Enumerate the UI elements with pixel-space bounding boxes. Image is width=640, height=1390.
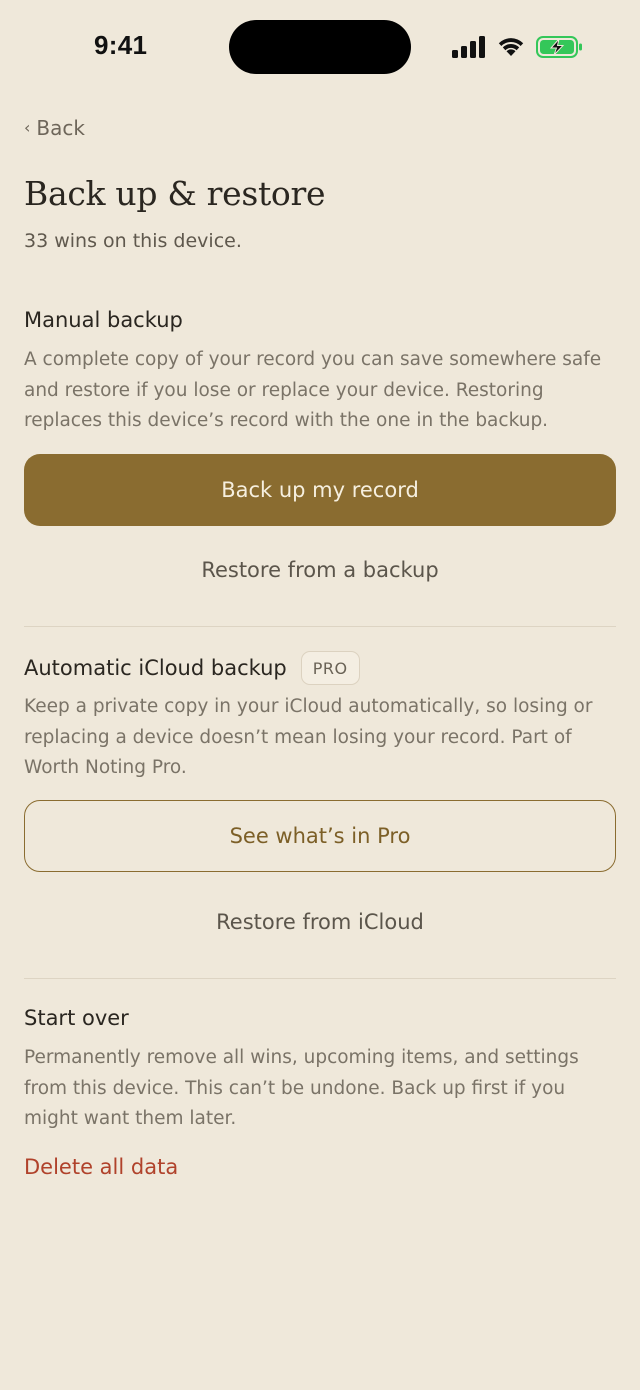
back-label: Back bbox=[36, 116, 85, 140]
screen: 9:41 ‹ Back Back up & restore 33 wins on… bbox=[0, 0, 640, 1390]
restore-from-backup-button[interactable]: Restore from a backup bbox=[24, 548, 616, 592]
chevron-left-icon: ‹ bbox=[24, 118, 31, 137]
icloud-backup-heading: Automatic iCloud backup PRO bbox=[24, 651, 360, 685]
section-divider bbox=[24, 978, 616, 979]
page-subtitle: 33 wins on this device. bbox=[24, 230, 242, 252]
status-icons bbox=[452, 34, 586, 60]
icloud-backup-description: Keep a private copy in your iCloud autom… bbox=[24, 696, 593, 778]
dynamic-island bbox=[229, 20, 411, 74]
start-over-heading-text: Start over bbox=[24, 1006, 129, 1030]
manual-backup-description: A complete copy of your record you can s… bbox=[24, 349, 602, 431]
manual-backup-heading-text: Manual backup bbox=[24, 308, 183, 332]
see-pro-button[interactable]: See what’s in Pro bbox=[24, 800, 616, 872]
pro-badge: PRO bbox=[300, 651, 360, 685]
start-over-heading: Start over bbox=[24, 1006, 129, 1030]
page-title: Back up & restore bbox=[24, 174, 326, 213]
battery-charging-icon bbox=[536, 36, 582, 58]
signal-icon bbox=[452, 36, 485, 58]
start-over-description: Permanently remove all wins, upcoming it… bbox=[24, 1047, 579, 1129]
status-bar: 9:41 bbox=[0, 0, 640, 92]
section-divider bbox=[24, 626, 616, 627]
back-button[interactable]: ‹ Back bbox=[24, 116, 85, 140]
back-up-button[interactable]: Back up my record bbox=[24, 454, 616, 526]
restore-from-icloud-button[interactable]: Restore from iCloud bbox=[24, 900, 616, 944]
manual-backup-heading: Manual backup bbox=[24, 308, 183, 332]
wifi-icon bbox=[498, 38, 524, 56]
icloud-backup-heading-text: Automatic iCloud backup bbox=[24, 656, 287, 680]
delete-all-data-button[interactable]: Delete all data bbox=[24, 1155, 178, 1179]
status-time: 9:41 bbox=[94, 30, 148, 60]
